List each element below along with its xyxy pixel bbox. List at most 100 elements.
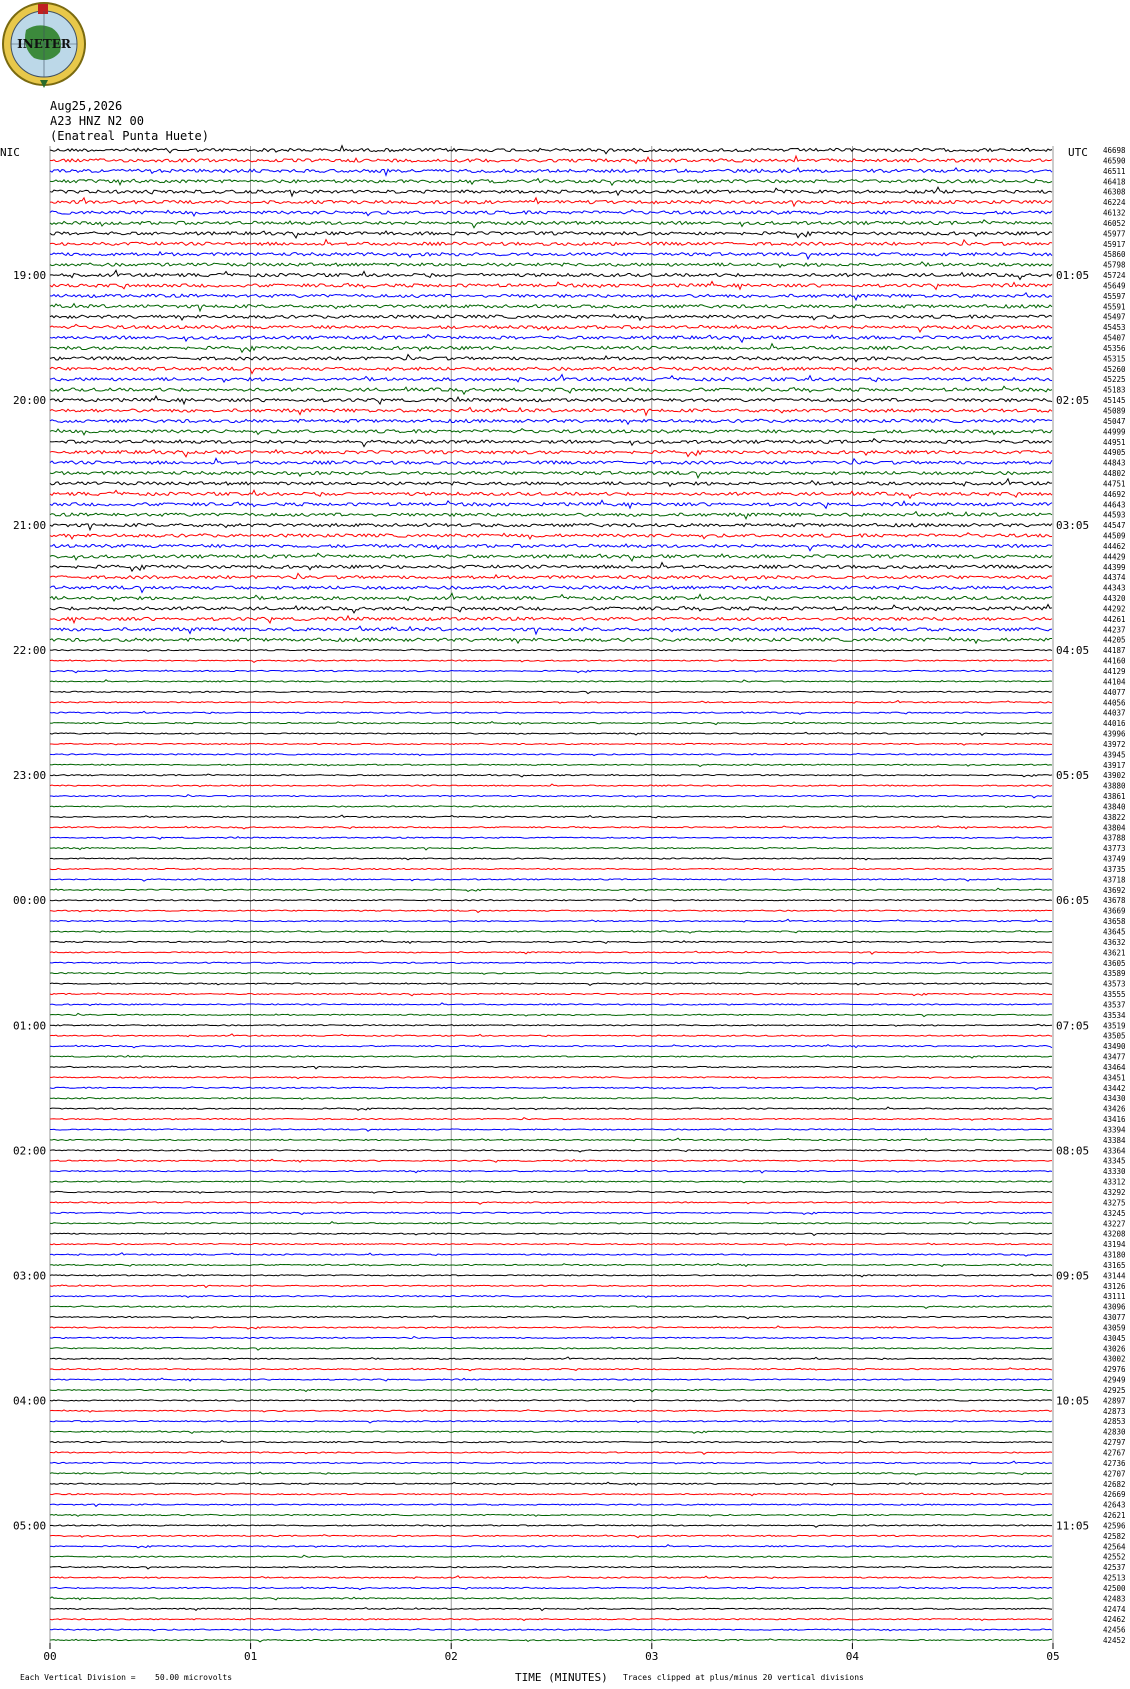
seismic-trace xyxy=(49,1106,1053,1111)
trace-count-label: 43364 xyxy=(1103,1146,1126,1155)
trace-count-label: 43208 xyxy=(1103,1230,1126,1239)
trace-count-label: 43165 xyxy=(1103,1261,1126,1270)
trace-count-label: 43045 xyxy=(1103,1334,1126,1343)
seismic-trace xyxy=(49,1430,1053,1434)
seismic-trace xyxy=(49,1617,1053,1622)
seismic-trace xyxy=(49,1200,1053,1205)
trace-count-label: 44951 xyxy=(1103,438,1126,447)
seismic-trace xyxy=(49,219,1053,229)
footer-scale-note: Each Vertical Division = xyxy=(20,1673,136,1682)
seismic-trace xyxy=(49,437,1053,448)
trace-count-label: 43861 xyxy=(1103,792,1126,801)
trace-count-label: 42621 xyxy=(1103,1511,1126,1520)
trace-count-label: 45860 xyxy=(1103,250,1126,259)
seismic-trace xyxy=(49,144,1053,155)
trace-count-label: 42596 xyxy=(1103,1521,1126,1530)
trace-count-label: 42797 xyxy=(1103,1438,1126,1447)
trace-count-label: 43394 xyxy=(1103,1125,1126,1134)
trace-count-label: 43059 xyxy=(1103,1323,1126,1332)
trace-count-label: 42736 xyxy=(1103,1459,1126,1468)
trace-count-label: 42582 xyxy=(1103,1532,1126,1541)
trace-count-label: 45183 xyxy=(1103,386,1126,395)
trace-count-label: 43464 xyxy=(1103,1063,1126,1072)
trace-count-label: 46132 xyxy=(1103,209,1126,218)
left-time-label: 05:00 xyxy=(13,1519,46,1532)
seismic-trace xyxy=(49,427,1053,436)
right-time-label: 04:05 xyxy=(1056,644,1089,657)
trace-count-label: 42462 xyxy=(1103,1615,1126,1624)
trace-count-label: 45407 xyxy=(1103,334,1126,343)
trace-count-label: 43669 xyxy=(1103,907,1126,916)
trace-count-label: 43096 xyxy=(1103,1303,1126,1312)
seismic-trace xyxy=(49,1211,1053,1216)
trace-count-label: 43534 xyxy=(1103,1011,1126,1020)
trace-count-label: 45649 xyxy=(1103,281,1126,290)
trace-count-label: 43426 xyxy=(1103,1105,1126,1114)
seismic-trace xyxy=(49,877,1053,882)
seismic-trace xyxy=(49,333,1053,344)
trace-count-label: 45453 xyxy=(1103,323,1126,332)
seismic-trace xyxy=(49,867,1053,871)
seismic-trace xyxy=(49,395,1053,406)
seismic-trace xyxy=(49,1356,1053,1361)
seismic-trace xyxy=(49,1148,1053,1153)
seismic-trace xyxy=(49,814,1053,819)
seismic-trace xyxy=(49,186,1053,198)
seismic-trace xyxy=(49,572,1053,582)
seismic-trace xyxy=(49,1554,1053,1559)
trace-count-label: 43292 xyxy=(1103,1188,1126,1197)
trace-count-label: 43573 xyxy=(1103,980,1126,989)
trace-count-label: 42483 xyxy=(1103,1594,1126,1603)
right-time-label: 03:05 xyxy=(1056,519,1089,532)
trace-count-label: 43275 xyxy=(1103,1198,1126,1207)
seismic-trace xyxy=(49,887,1053,893)
trace-count-label: 45356 xyxy=(1103,344,1126,353)
trace-count-label: 44509 xyxy=(1103,532,1126,541)
seismic-trace xyxy=(49,1628,1053,1632)
seismic-trace xyxy=(49,1137,1053,1142)
trace-count-label: 45597 xyxy=(1103,292,1126,301)
right-time-label: 08:05 xyxy=(1056,1144,1089,1157)
trace-count-label: 43692 xyxy=(1103,886,1126,895)
seismic-trace xyxy=(49,658,1053,663)
left-time-label: 20:00 xyxy=(13,394,46,407)
trace-count-label: 43735 xyxy=(1103,865,1126,874)
trace-count-label: 43416 xyxy=(1103,1115,1126,1124)
trace-count-label: 44905 xyxy=(1103,448,1126,457)
trace-count-label: 43555 xyxy=(1103,990,1126,999)
trace-count-label: 44643 xyxy=(1103,500,1126,509)
seismogram-chart: NIC UTC Each Vertical Division = 50.00 m… xyxy=(0,144,1126,1684)
seismic-trace xyxy=(49,731,1053,737)
seismic-trace xyxy=(49,291,1053,302)
seismic-trace xyxy=(49,1335,1053,1340)
seismic-trace xyxy=(49,1367,1053,1372)
seismic-trace xyxy=(49,1294,1053,1299)
traces xyxy=(49,144,1053,1643)
seismic-trace xyxy=(49,1492,1053,1497)
seismic-trace xyxy=(49,1399,1053,1403)
right-time-label: 11:05 xyxy=(1056,1519,1089,1532)
seismic-trace xyxy=(49,499,1053,510)
trace-count-label: 44999 xyxy=(1103,427,1126,436)
trace-count-label: 43384 xyxy=(1103,1136,1126,1145)
seismic-trace xyxy=(49,230,1053,240)
seismic-trace xyxy=(49,1471,1053,1476)
trace-count-label: 42707 xyxy=(1103,1469,1126,1478)
trace-count-label: 45260 xyxy=(1103,365,1126,374)
trace-count-label: 44056 xyxy=(1103,698,1126,707)
trace-count-label: 46698 xyxy=(1103,146,1126,155)
seismic-trace xyxy=(49,1503,1053,1508)
x-tick-label: 04 xyxy=(846,1650,860,1663)
seismic-trace xyxy=(49,1252,1053,1257)
seismic-trace xyxy=(49,752,1053,757)
trace-count-label: 43227 xyxy=(1103,1219,1126,1228)
trace-count-label: 42682 xyxy=(1103,1480,1126,1489)
trace-count-label: 43477 xyxy=(1103,1053,1126,1062)
x-tick-label: 03 xyxy=(645,1650,658,1663)
seismic-trace xyxy=(49,1460,1053,1465)
trace-count-label: 43537 xyxy=(1103,1000,1126,1009)
trace-count-label: 46511 xyxy=(1103,167,1126,176)
trace-count-label: 45047 xyxy=(1103,417,1126,426)
seismic-trace xyxy=(49,648,1053,652)
right-time-label: 10:05 xyxy=(1056,1394,1089,1407)
